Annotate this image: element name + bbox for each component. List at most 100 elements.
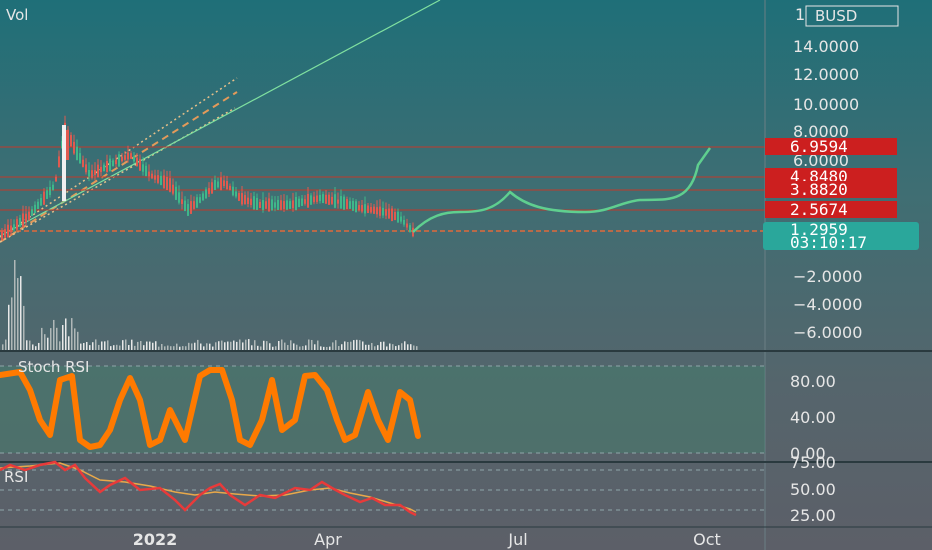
candle-body [16,219,18,230]
volume-bar [197,339,199,350]
volume-bar [317,340,319,350]
main-y-tick-label: 10.0000 [793,95,859,114]
volume-bar [392,344,394,350]
candle-body [46,190,48,199]
volume-bar [203,346,205,350]
candle-body [340,196,342,209]
volume-bar [101,341,103,350]
volume-bar [407,344,409,350]
candle-body [241,193,243,205]
candle-body-spike [62,125,66,201]
candle-body [175,186,177,200]
candle-body [154,175,156,180]
candle-body [103,164,105,172]
candle-body [43,191,45,205]
candle-body [301,198,303,206]
volume-bar [185,346,187,350]
candle-body [211,182,213,194]
candle-body [376,207,378,215]
volume-bar [53,319,55,350]
volume-bar [86,341,88,350]
candle-body [295,196,297,211]
candle-body [352,200,354,211]
volume-bar [389,343,391,350]
main-y-tick-label: −2.0000 [793,267,862,286]
candle-body [193,201,195,209]
volume-bar [17,278,19,350]
candle-body [328,194,330,205]
candle-body [238,193,240,201]
volume-bar [287,345,289,350]
volume-bar [155,341,157,350]
candle-body [370,207,372,213]
scale-marker: 1 [795,5,805,24]
volume-bar [32,344,34,350]
rsi-y-tick-label: 50.00 [790,480,836,499]
candle-body [52,184,54,191]
volume-bar [119,345,121,350]
candle-body [130,153,132,159]
main-price-axis[interactable]: 1 BUSD 14.000012.000010.00008.00006.0000… [763,0,919,550]
candle-body [157,175,159,183]
rsi-y-ticks: 75.00 50.00 25.00 [790,453,836,525]
candle-body [184,200,186,212]
volume-bar [122,340,124,350]
volume-bar [326,346,328,350]
candle-body [286,200,288,210]
volume-bar [239,339,241,350]
volume-bar [413,345,415,350]
volume-bar [110,346,112,350]
candle-body [250,198,252,205]
volume-bar [233,340,235,350]
volume-bar [26,340,28,350]
candle-body [121,156,123,162]
volume-bar [218,341,220,350]
candle-body [364,204,366,214]
volume-bar [236,341,238,350]
volume-bar [383,341,385,350]
volume-bar [263,340,265,350]
candle-body [73,141,75,154]
candle-body [13,224,15,230]
stoch-pane-title: Stoch RSI [18,358,89,376]
x-axis-labels: 2022 Apr Jul Oct [133,530,721,549]
candle-body [145,165,147,177]
volume-bar [323,346,325,350]
volume-bar [404,341,406,350]
time-axis[interactable]: 2022 Apr Jul Oct [0,526,932,549]
candle-body [397,211,399,223]
volume-bar [386,346,388,350]
trading-chart[interactable]: Vol 1 BUSD 14.0000 12.0000 10.0000 8.0000 6.… [0,0,932,550]
stoch-rsi-pane[interactable]: Stoch RSI 80.0040.000.00 [0,350,932,463]
candle-body [346,199,348,210]
price-tag-label: 2.5674 [790,200,848,219]
volume-bar [311,339,313,350]
candle-body [124,155,126,160]
candle-body [115,159,117,165]
volume-bar [305,345,307,350]
volume-bar [164,346,166,350]
main-pane[interactable]: Vol [0,0,765,350]
candle-body [268,198,270,212]
candle-body [403,219,405,225]
candle-body [82,159,84,167]
volume-bar [191,343,193,350]
volume-bar [35,346,37,350]
candle-body [343,196,345,210]
candle-body [136,157,138,167]
candle-body [100,166,102,173]
volume-bar [20,276,22,350]
volume-bar [308,339,310,350]
volume-bar [44,334,46,350]
chart-canvas[interactable]: Vol 1 BUSD 14.000012.000010.00008.00006.… [0,0,932,550]
stoch-y-ticks: 80.0040.000.00 [790,372,836,463]
current-price-tag[interactable]: 1.2959 03:10:17 [763,220,919,252]
rsi-pane[interactable]: RSI 75.00 50.00 25.00 [0,453,932,525]
candle-body [10,225,12,233]
volume-bar [161,344,163,350]
volume-bar [215,342,217,350]
candle-body [406,223,408,228]
candle-body [361,205,363,212]
candle-body [31,209,33,217]
volume-bar [152,342,154,350]
